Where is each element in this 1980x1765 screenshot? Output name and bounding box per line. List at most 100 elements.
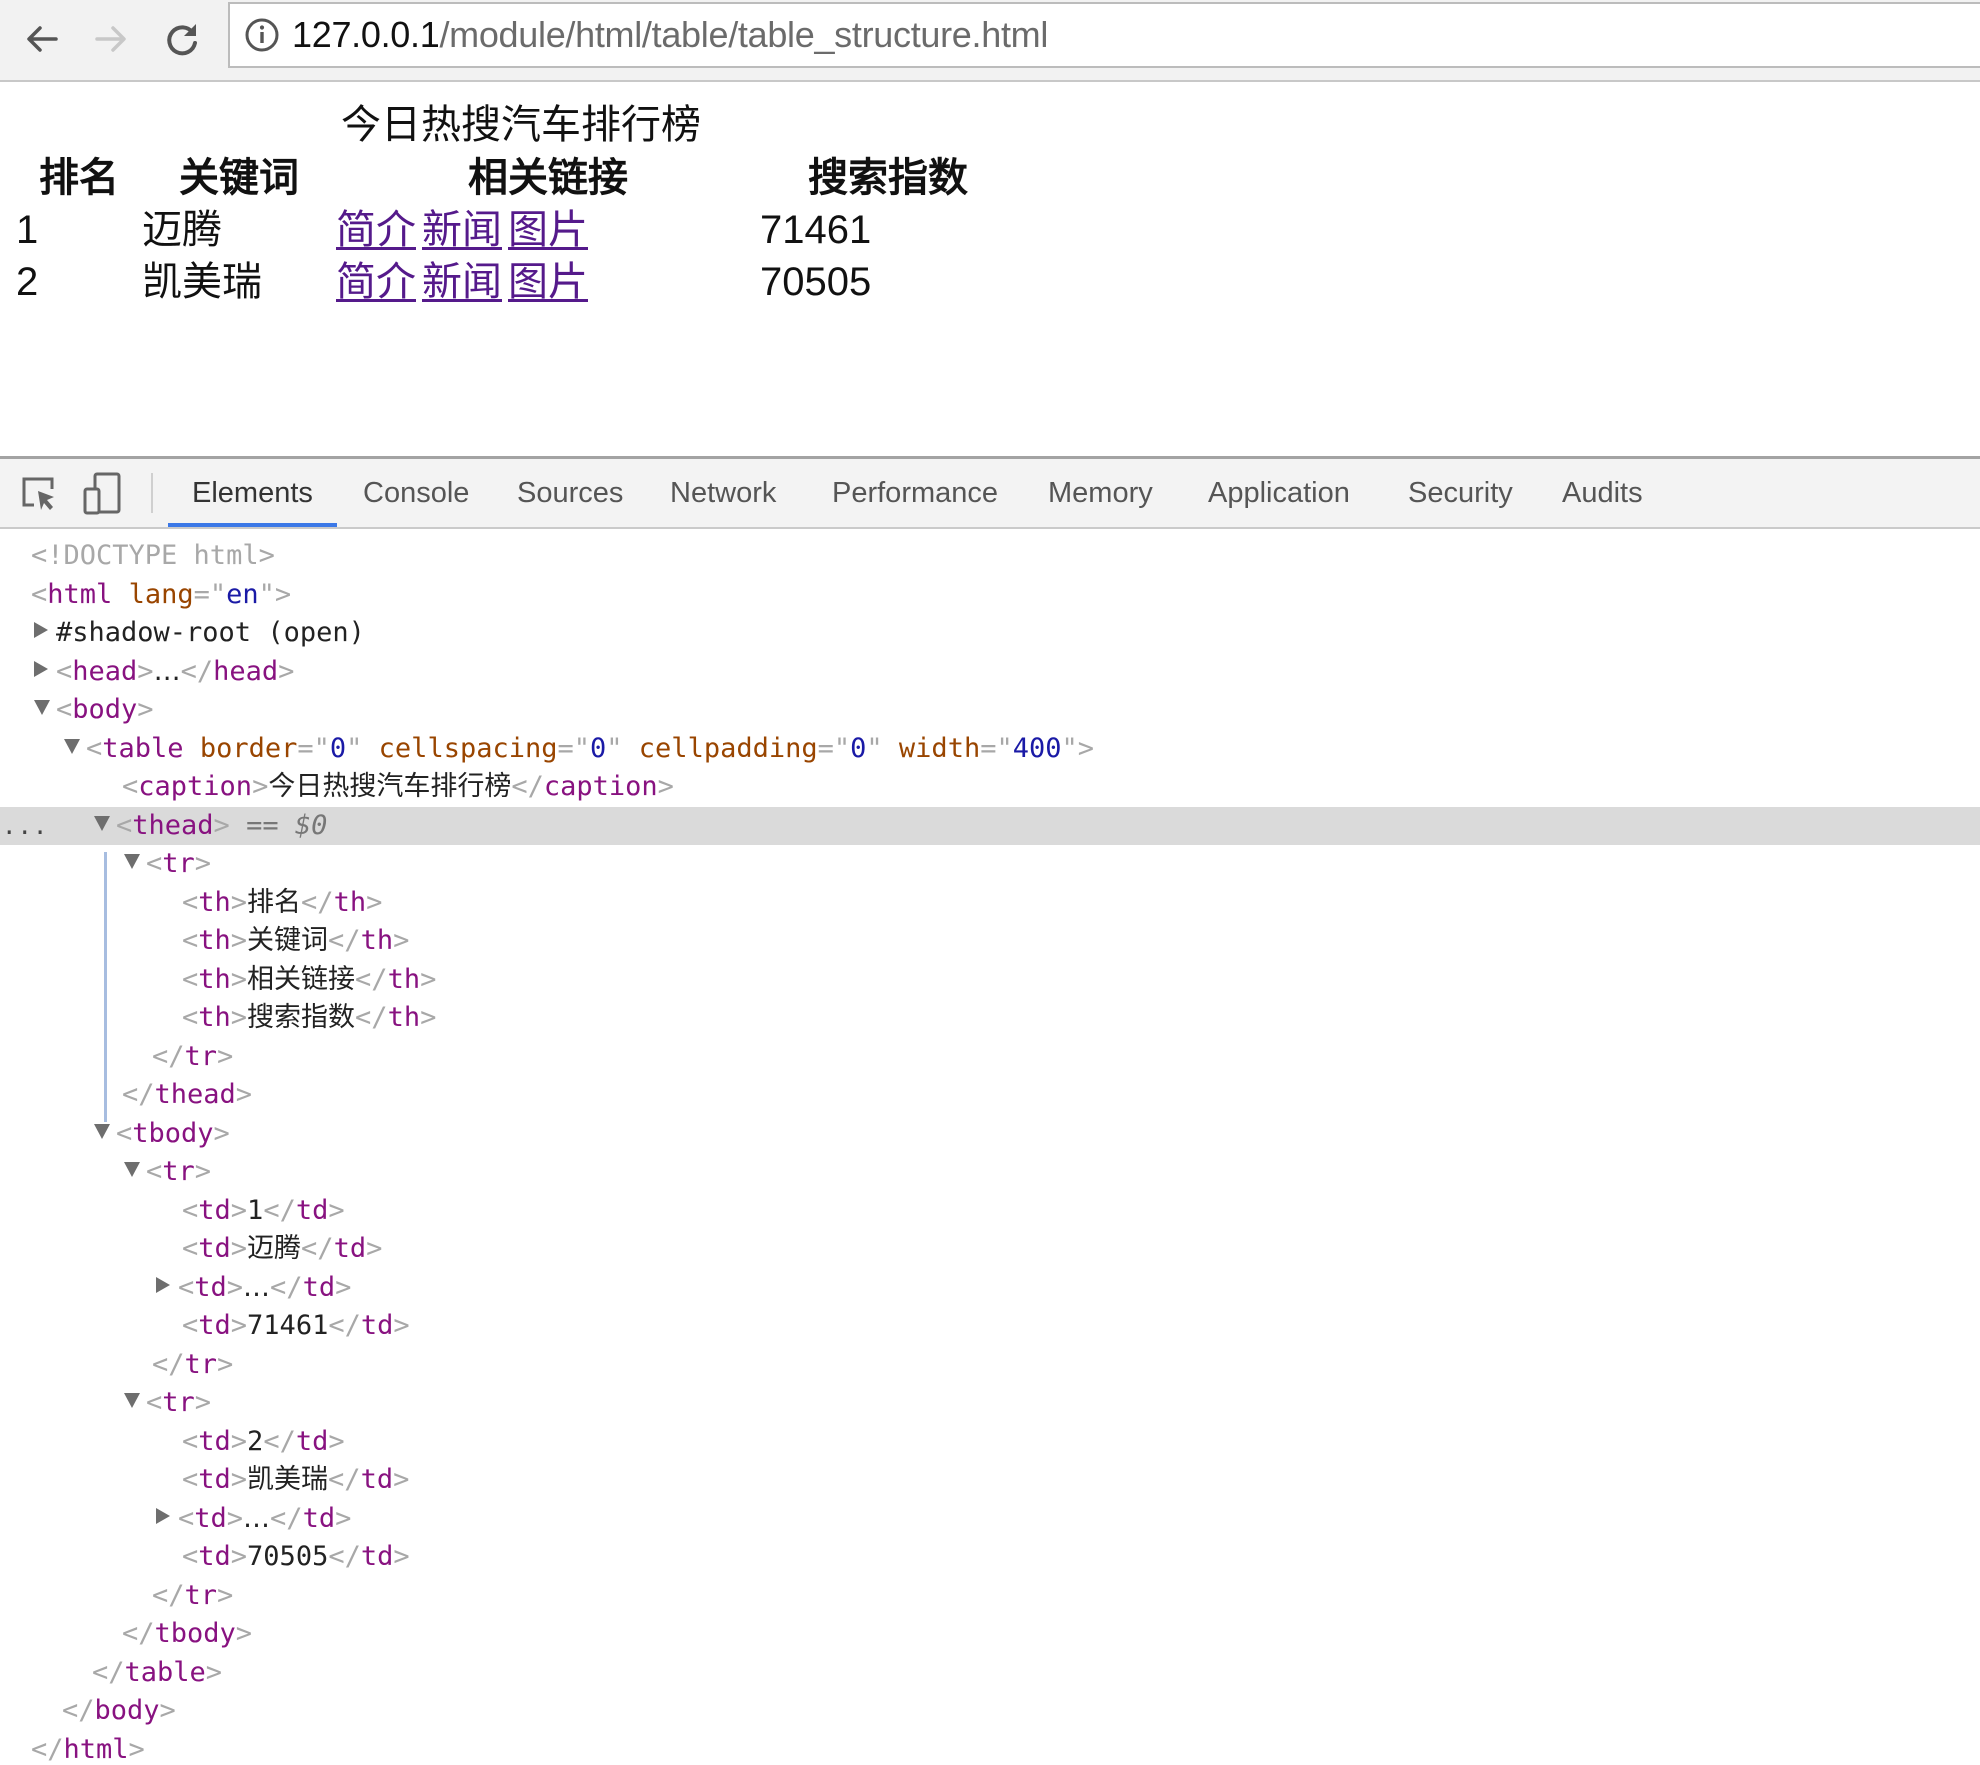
dom-node-thead-close[interactable]: </thead> [0,1076,1980,1115]
dom-node-td[interactable]: <td>2</td> [0,1423,1980,1462]
url-text[interactable]: 127.0.0.1/module/html/table/table_struct… [292,14,1048,56]
tag-name: th [198,925,231,956]
dom-node-tr[interactable]: <tr> [0,1384,1980,1423]
collapse-triangle-icon[interactable] [124,1162,140,1177]
device-toolbar-icon[interactable] [80,471,126,517]
dom-node-td[interactable]: <td>1</td> [0,1192,1980,1231]
dom-node-td[interactable]: <td>迈腾</td> [0,1230,1980,1269]
dom-node-th[interactable]: <th>关键词</th> [0,922,1980,961]
collapsed-ellipsis: … [243,1502,271,1534]
collapse-triangle-icon[interactable] [64,738,80,754]
shadow-root-text: #shadow-root (open) [56,617,365,648]
reload-button[interactable] [157,14,207,64]
dom-node-tr-close[interactable]: </tr> [0,1346,1980,1385]
node-text: 迈腾 [247,1233,302,1264]
table-row: 2 凯美瑞 简介 新闻 图片 70505 [16,256,1016,308]
tag-name: td [198,1541,231,1572]
dom-node-th[interactable]: <th>搜索指数</th> [0,999,1980,1038]
tag-name: table [102,732,184,764]
tab-network[interactable]: Network [646,459,800,527]
dom-node-table-close[interactable]: </table> [0,1654,1980,1693]
tag-name: td [198,1233,231,1264]
link-images[interactable]: 图片 [508,260,588,304]
tag-name: td [198,1310,231,1341]
tab-memory[interactable]: Memory [1024,459,1177,527]
expand-triangle-icon[interactable] [34,660,48,677]
tag-name: td [198,1464,231,1495]
dom-node-tbody[interactable]: <tbody> [0,1115,1980,1154]
dom-node-tr[interactable]: <tr> [0,1153,1980,1192]
tab-sources[interactable]: Sources [493,459,647,527]
dom-node-th[interactable]: <th>相关链接</th> [0,961,1980,1000]
node-text: 排名 [247,886,302,918]
dom-node-tr-close[interactable]: </tr> [0,1038,1980,1077]
tag-name: td [302,1502,336,1534]
back-button[interactable] [17,14,67,64]
dom-node-head[interactable]: <head>…</head> [0,653,1980,692]
tag-name: th [198,963,231,995]
expand-triangle-icon[interactable] [156,1507,170,1524]
node-text: 2 [247,1425,264,1457]
tag-name: table [124,1656,206,1688]
expand-triangle-icon[interactable] [34,622,48,638]
link-intro[interactable]: 简介 [336,208,416,252]
dom-node-tr[interactable]: <tr> [0,845,1980,884]
tab-application[interactable]: Application [1184,459,1374,527]
link-news[interactable]: 新闻 [422,208,502,252]
selected-node-guide-line [104,852,107,1122]
tab-security[interactable]: Security [1384,459,1537,527]
tag-name: th [360,925,394,956]
dom-node-table[interactable]: <table border="0" cellspacing="0" cellpa… [0,730,1980,769]
browser-toolbar: 127.0.0.1/module/html/table/table_struct… [0,0,1980,82]
url-host: 127.0.0.1 [292,14,440,55]
dom-node-body-close[interactable]: </body> [0,1692,1980,1731]
dom-node-caption[interactable]: <caption>今日热搜汽车排行榜</caption> [0,768,1980,807]
tab-elements[interactable]: Elements [168,459,337,527]
link-images[interactable]: 图片 [508,208,588,252]
dom-node-th[interactable]: <th>排名</th> [0,884,1980,923]
collapse-triangle-icon[interactable] [124,854,140,869]
dom-node-body[interactable]: <body> [0,691,1980,730]
tag-name: tr [162,1387,195,1418]
dom-node-td[interactable]: <td>71461</td> [0,1307,1980,1346]
dom-node-tr-close[interactable]: </tr> [0,1577,1980,1616]
dom-node-td-collapsed[interactable]: <td>…</td> [0,1269,1980,1308]
dom-node-td[interactable]: <td>凯美瑞</td> [0,1461,1980,1500]
collapse-triangle-icon[interactable] [124,1393,140,1408]
dom-node-td[interactable]: <td>70505</td> [0,1538,1980,1577]
table-body: 1 迈腾 简介 新闻 图片 71461 2 凯美瑞 简介 新闻 图片 70505 [16,204,1016,308]
header-search-index: 搜索指数 [808,156,968,200]
collapse-triangle-icon[interactable] [34,700,50,715]
tag-name: th [333,886,367,918]
dom-node-html-close[interactable]: </html> [0,1731,1980,1765]
header-rank: 排名 [39,156,119,200]
forward-button[interactable] [86,14,136,64]
expand-triangle-icon[interactable] [156,1276,170,1293]
address-bar[interactable]: 127.0.0.1/module/html/table/table_struct… [228,2,1980,68]
tag-name: td [295,1194,329,1226]
info-icon[interactable] [244,17,280,53]
tag-name: thead [132,809,214,841]
link-news[interactable]: 新闻 [422,260,502,304]
dom-node-doctype[interactable]: <!DOCTYPE html> [0,537,1980,576]
tag-name: th [198,886,231,918]
more-options-icon[interactable]: ... [2,807,48,846]
dom-node-tbody-close[interactable]: </tbody> [0,1615,1980,1654]
tab-console[interactable]: Console [339,459,493,527]
arrow-right-icon [95,26,126,52]
tab-performance[interactable]: Performance [808,459,1022,527]
attr-name: border [199,732,298,764]
node-text: 搜索指数 [247,1002,356,1033]
header-row: 排名 关键词 相关链接 搜索指数 [16,152,1016,204]
tab-audits[interactable]: Audits [1538,459,1667,527]
dom-node-thead[interactable]: ... <thead> == $0 [0,806,1980,846]
dom-node-shadow-root[interactable]: #shadow-root (open) [0,614,1980,653]
attr-value: 0 [850,732,867,764]
inspect-element-icon[interactable] [16,471,62,517]
dom-node-td-collapsed[interactable]: <td>…</td> [0,1500,1980,1539]
dom-node-html[interactable]: <html lang="en"> [0,576,1980,615]
collapse-triangle-icon[interactable] [94,1123,110,1139]
link-intro[interactable]: 简介 [336,260,416,304]
attr-value: 400 [1012,732,1062,764]
collapse-triangle-icon[interactable] [94,815,110,831]
